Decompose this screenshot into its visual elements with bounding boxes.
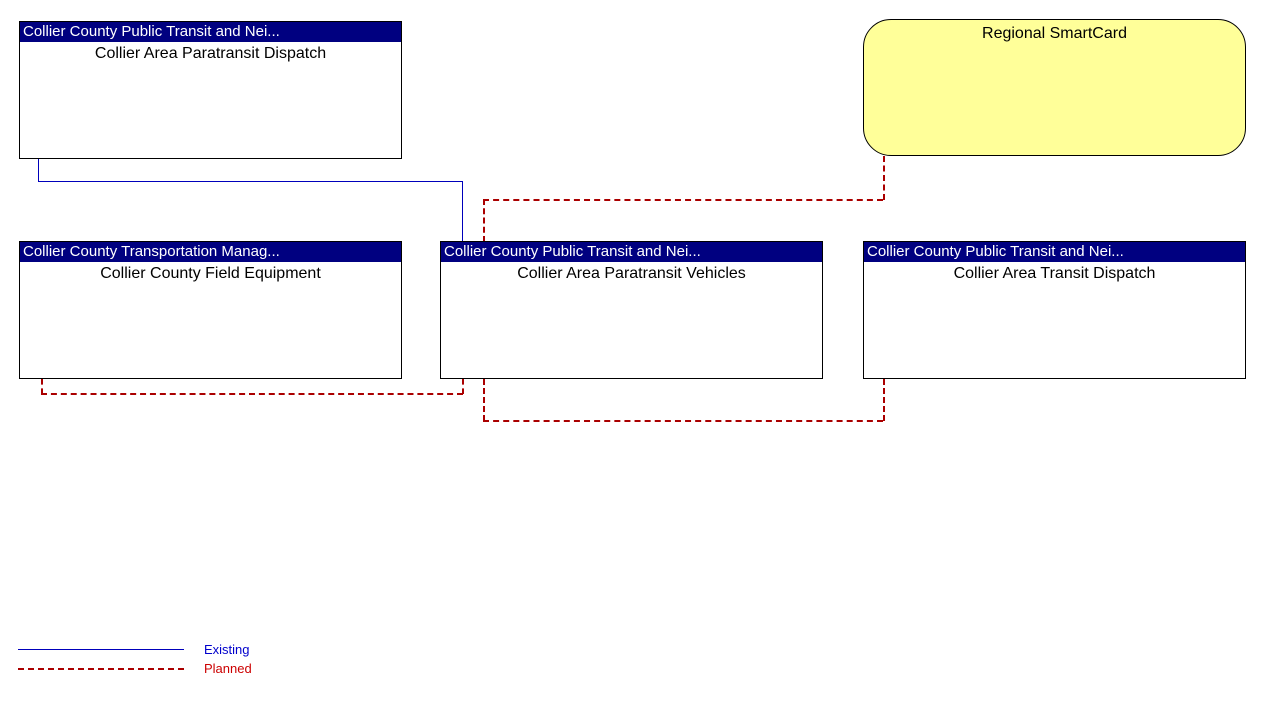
node-collier-area-paratransit-dispatch[interactable]: Collier County Public Transit and Nei...… — [19, 21, 402, 159]
connector-planned-vehicles-to-transit-dispatch-seg2 — [483, 420, 883, 422]
connector-existing-dispatch-to-vehicles-seg2 — [38, 181, 462, 182]
connector-planned-field-equipment-to-vehicles-seg3 — [462, 379, 464, 394]
node-stakeholder-label: Collier County Public Transit and Nei... — [864, 242, 1245, 262]
connector-existing-dispatch-to-vehicles-seg1 — [38, 159, 39, 181]
node-collier-area-paratransit-vehicles[interactable]: Collier County Public Transit and Nei...… — [440, 241, 823, 379]
node-collier-county-field-equipment[interactable]: Collier County Transportation Manag... C… — [19, 241, 402, 379]
legend-label-existing: Existing — [204, 642, 250, 657]
connector-planned-vehicles-to-smartcard-seg3 — [883, 156, 885, 200]
node-name-label: Collier Area Paratransit Vehicles — [517, 265, 746, 282]
connector-planned-field-equipment-to-vehicles-seg1 — [41, 379, 43, 394]
legend-line-planned-icon — [18, 668, 184, 670]
connector-planned-vehicles-to-smartcard-seg2 — [483, 199, 883, 201]
connector-planned-field-equipment-to-vehicles-seg2 — [41, 393, 463, 395]
terminator-name-label: Regional SmartCard — [982, 25, 1127, 42]
node-stakeholder-label: Collier County Transportation Manag... — [20, 242, 401, 262]
node-collier-area-transit-dispatch[interactable]: Collier County Public Transit and Nei...… — [863, 241, 1246, 379]
terminator-regional-smartcard[interactable]: Regional SmartCard — [863, 19, 1246, 156]
node-stakeholder-label: Collier County Public Transit and Nei... — [20, 22, 401, 42]
node-name-label: Collier Area Transit Dispatch — [953, 265, 1156, 282]
node-name-label: Collier Area Paratransit Dispatch — [94, 45, 327, 62]
connector-existing-dispatch-to-vehicles-seg3 — [462, 181, 463, 242]
node-stakeholder-label: Collier County Public Transit and Nei... — [441, 242, 822, 262]
interconnect-diagram-canvas: Collier County Public Transit and Nei...… — [0, 0, 1261, 701]
node-name-label: Collier County Field Equipment — [100, 265, 321, 282]
legend-label-planned: Planned — [204, 661, 252, 676]
legend-line-existing-icon — [18, 649, 184, 650]
connector-planned-vehicles-to-transit-dispatch-seg1 — [483, 379, 485, 421]
connector-planned-vehicles-to-smartcard-seg1 — [483, 199, 485, 242]
connector-planned-vehicles-to-transit-dispatch-seg3 — [883, 379, 885, 421]
